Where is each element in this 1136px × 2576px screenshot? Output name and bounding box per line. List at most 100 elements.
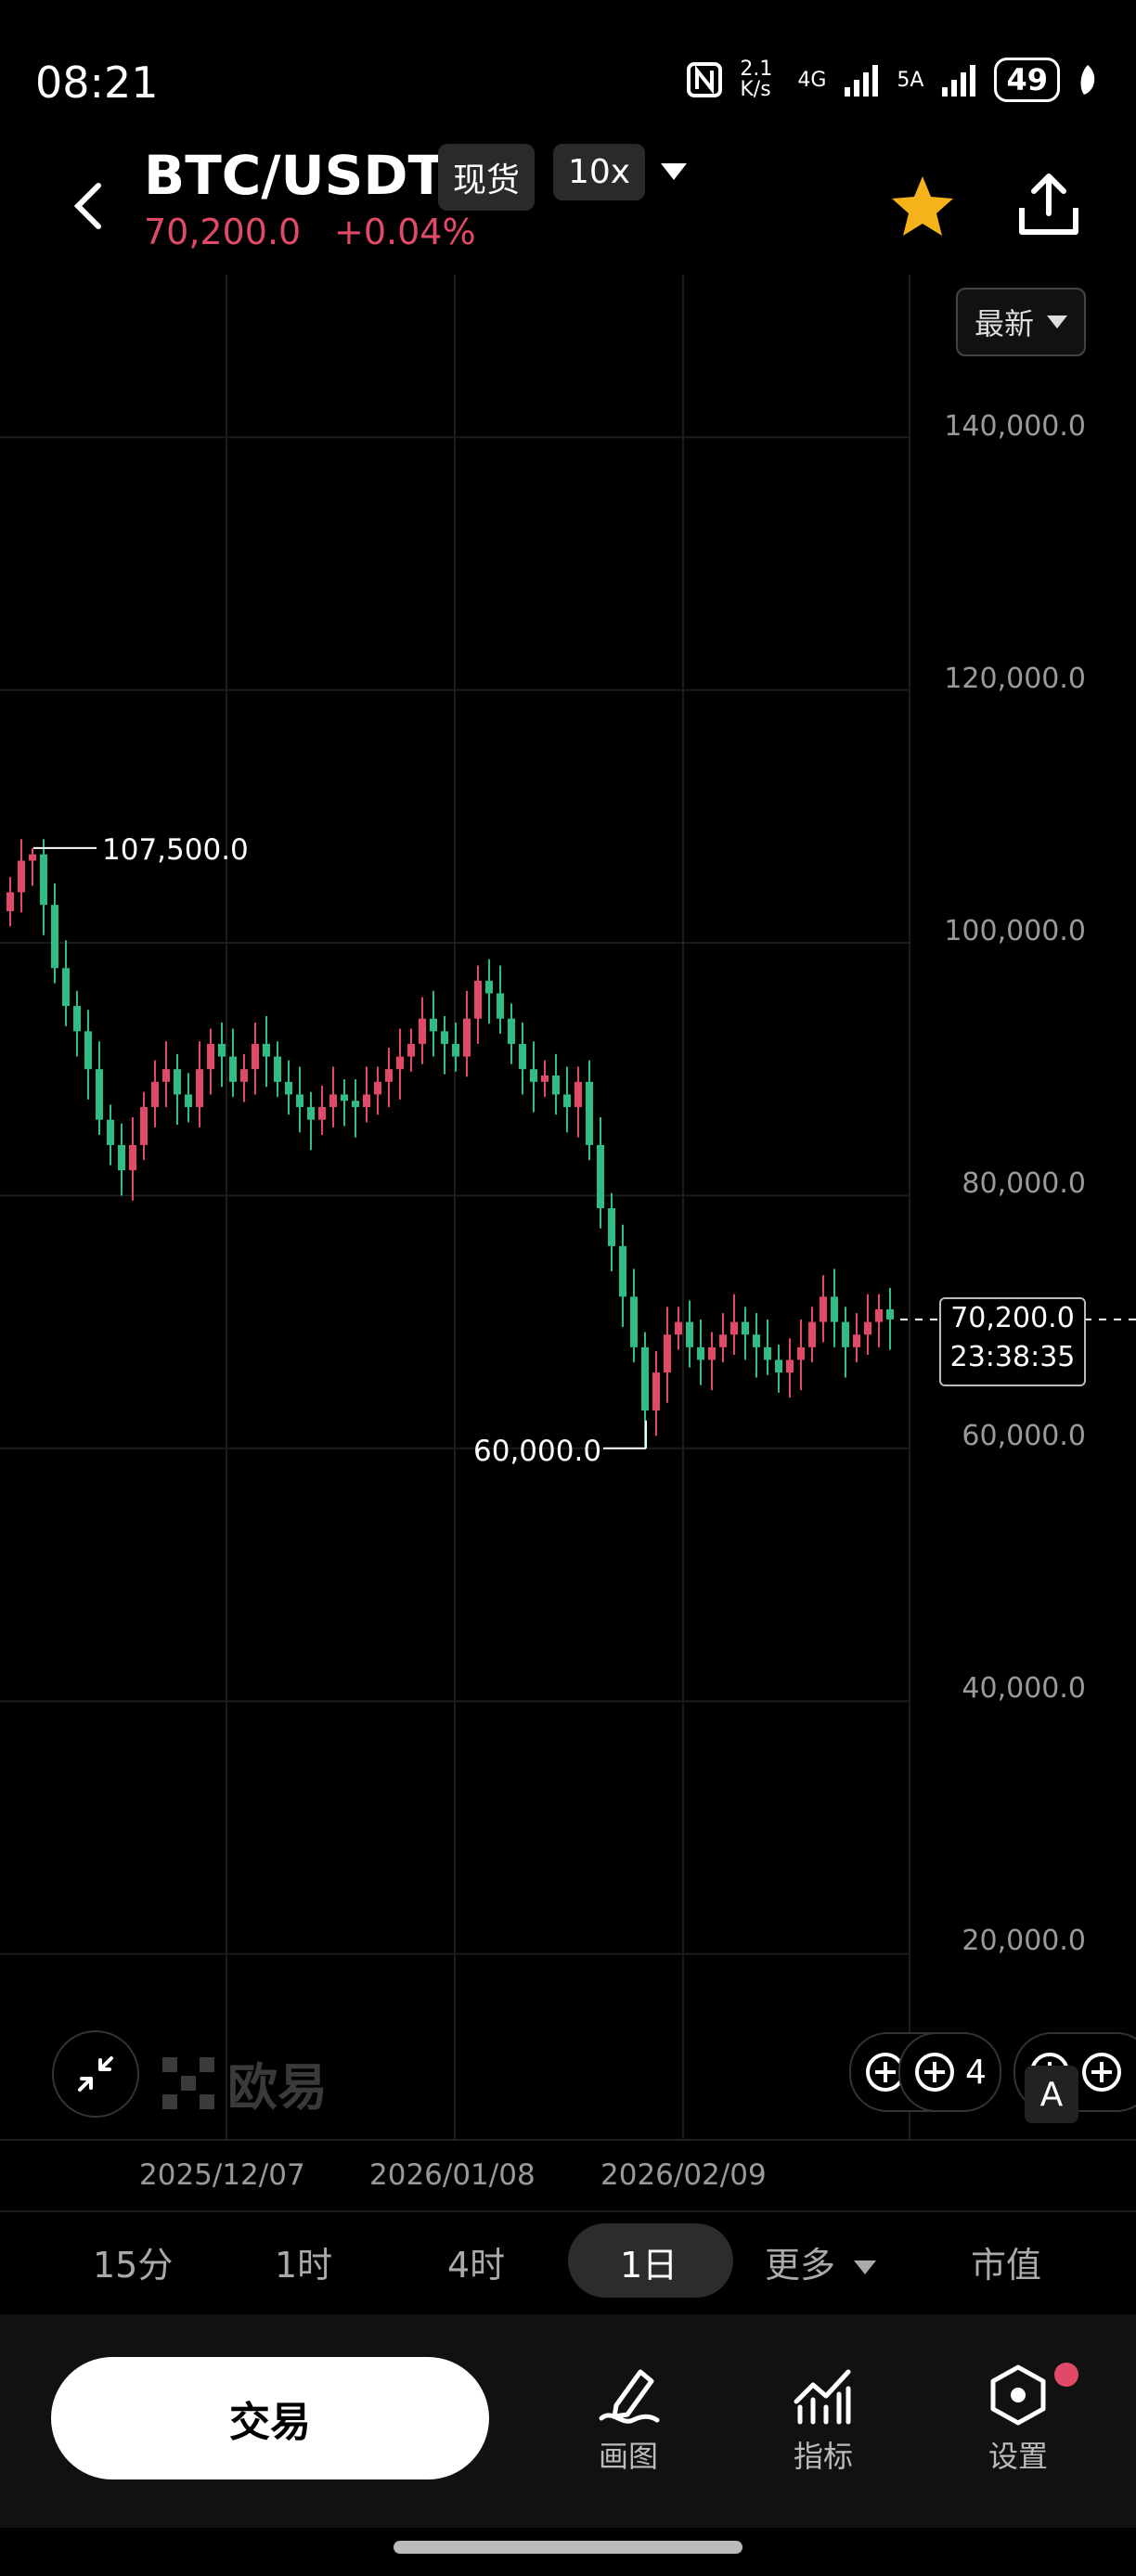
candle-body	[597, 1144, 604, 1209]
candle-body	[508, 1018, 515, 1044]
trade-button[interactable]: 交易	[51, 2357, 489, 2479]
candle-body	[742, 1321, 749, 1335]
candle-body	[619, 1245, 626, 1297]
indicator-icon	[1082, 2053, 1121, 2092]
candle-body	[51, 905, 58, 969]
candle-body	[419, 1018, 426, 1044]
last-price: 70,200.0	[144, 212, 302, 252]
tab-1h[interactable]: 1时	[275, 2236, 332, 2287]
candle-body	[107, 1119, 114, 1145]
tab-4h[interactable]: 4时	[447, 2236, 505, 2287]
candle-body	[797, 1346, 805, 1360]
signal-icon-2	[942, 65, 976, 97]
candle-body	[820, 1296, 827, 1322]
y-tick-label: 20,000.0	[962, 1925, 1086, 1957]
candle-body	[6, 892, 14, 911]
candle-body	[307, 1107, 315, 1120]
indicator-count: 4	[965, 2053, 987, 2092]
candle-body	[151, 1081, 159, 1108]
tab-1d[interactable]: 1日	[620, 2236, 678, 2287]
pair-dropdown-icon[interactable]	[661, 163, 687, 180]
candle-body	[530, 1069, 537, 1082]
candle-body	[396, 1056, 404, 1070]
auto-scale-button[interactable]: A	[1025, 2066, 1078, 2123]
candle-body	[196, 1069, 203, 1108]
low-annotation: 60,000.0	[473, 1435, 602, 1468]
indicators-button[interactable]: 指标	[763, 2364, 884, 2476]
latest-dropdown[interactable]: 最新	[956, 288, 1086, 356]
current-price-tag: 70,200.0 23:38:35	[939, 1297, 1086, 1386]
candle-countdown: 23:38:35	[949, 1341, 1076, 1373]
chart-grid	[0, 275, 910, 2140]
network-4g: 4G	[797, 68, 827, 92]
tab-more[interactable]: 更多	[765, 2236, 877, 2287]
tab-15m[interactable]: 15分	[93, 2236, 173, 2287]
latest-label: 最新	[974, 306, 1034, 341]
nfc-icon	[687, 62, 723, 97]
candle-body	[174, 1069, 181, 1095]
leverage-tag: 10x	[553, 144, 646, 200]
price-change: +0.04%	[334, 212, 476, 252]
y-tick-label: 40,000.0	[962, 1672, 1086, 1705]
status-time: 08:21	[35, 58, 159, 108]
candle-body	[129, 1144, 136, 1171]
y-tick-label: 100,000.0	[944, 915, 1086, 947]
hexagon-settings-icon	[990, 2364, 1046, 2426]
candle-body	[62, 968, 70, 1007]
candle-body	[263, 1043, 270, 1057]
candle-body	[363, 1094, 370, 1108]
candle-body	[441, 1031, 448, 1044]
signal-icon	[845, 65, 879, 97]
candle-body	[697, 1346, 704, 1360]
chevron-down-icon	[854, 2260, 877, 2274]
x-tick-label: 2026/02/09	[600, 2158, 767, 2192]
candle-body	[285, 1081, 292, 1095]
candle-body	[686, 1321, 693, 1347]
indicator-icon	[915, 2053, 954, 2092]
watermark-logo: 欧易	[162, 2046, 328, 2119]
draw-button[interactable]: 画图	[568, 2364, 689, 2476]
candle-body	[586, 1081, 593, 1145]
tab-market-cap[interactable]: 市值	[971, 2236, 1041, 2287]
candle-body	[485, 980, 493, 994]
back-button[interactable]	[65, 176, 117, 236]
candle-body	[274, 1056, 281, 1082]
candle-body	[474, 980, 482, 1019]
candlestick-chart[interactable]	[0, 275, 1136, 2140]
candle-body	[452, 1043, 459, 1057]
candle-body	[140, 1107, 148, 1145]
market-type-tag: 现货	[438, 144, 536, 211]
y-tick-label: 120,000.0	[944, 663, 1086, 695]
settings-label: 设置	[988, 2439, 1048, 2474]
candle-body	[886, 1308, 894, 1320]
candle-body	[96, 1069, 103, 1120]
candle-body	[218, 1043, 226, 1057]
candle-body	[519, 1043, 526, 1070]
candle-body	[162, 1069, 170, 1082]
candle-body	[708, 1346, 716, 1360]
home-indicator[interactable]	[394, 2541, 742, 2554]
candle-body	[831, 1296, 838, 1322]
tab-more-label: 更多	[765, 2245, 836, 2286]
candle-body	[318, 1107, 326, 1120]
candle-body	[775, 1359, 782, 1373]
x-tick-label: 2025/12/07	[139, 2158, 305, 2192]
indicators-label: 指标	[793, 2439, 853, 2474]
candle-body	[118, 1144, 125, 1171]
candle-body	[185, 1094, 192, 1108]
candle-body	[675, 1321, 682, 1335]
collapse-icon	[78, 2056, 113, 2092]
share-icon[interactable]	[1016, 171, 1081, 241]
draw-label: 画图	[598, 2439, 658, 2474]
candle-body	[240, 1069, 248, 1082]
indicator-count-pill[interactable]: 4	[898, 2032, 1001, 2112]
candle-body	[207, 1043, 214, 1070]
candle-body	[786, 1359, 794, 1373]
favorite-star-icon[interactable]	[889, 174, 956, 241]
pair-title[interactable]: BTC/USDT	[144, 144, 445, 207]
y-tick-label: 140,000.0	[944, 410, 1086, 443]
collapse-fullscreen-button[interactable]	[52, 2030, 139, 2118]
candle-body	[753, 1334, 760, 1347]
candle-body	[630, 1296, 638, 1347]
y-tick-label: 80,000.0	[962, 1167, 1086, 1200]
